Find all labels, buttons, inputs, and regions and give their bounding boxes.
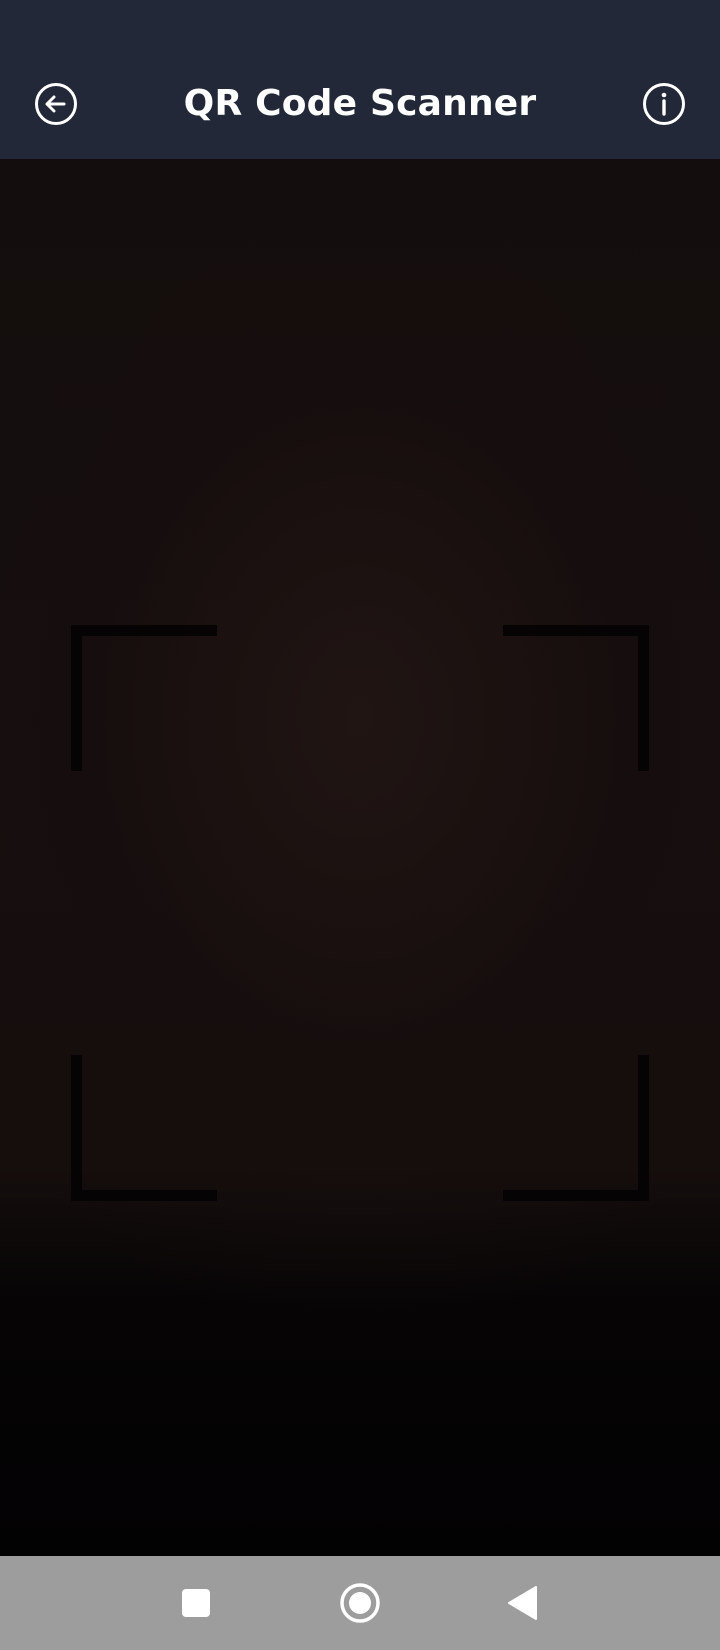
home-button[interactable] [336,1579,384,1627]
system-navigation-bar [0,1556,720,1650]
app-bar: QR Code Scanner [0,0,720,159]
info-circle-icon [643,83,685,125]
triangle-back-icon [508,1586,537,1620]
scan-frame-corner-bottom-left [71,1055,217,1201]
circle-home-icon [340,1583,380,1623]
page-title: QR Code Scanner [183,83,537,124]
qr-scanner-screen: QR Code Scanner [0,0,720,1650]
nav-back-button[interactable] [500,1579,548,1627]
scan-frame-corner-top-left [71,625,217,771]
scan-frame-corner-bottom-right [503,1055,649,1201]
square-icon [182,1589,210,1617]
camera-preview[interactable] [0,159,720,1556]
recents-button[interactable] [172,1579,220,1627]
info-button[interactable] [640,80,688,128]
scan-frame-corner-top-right [503,625,649,771]
